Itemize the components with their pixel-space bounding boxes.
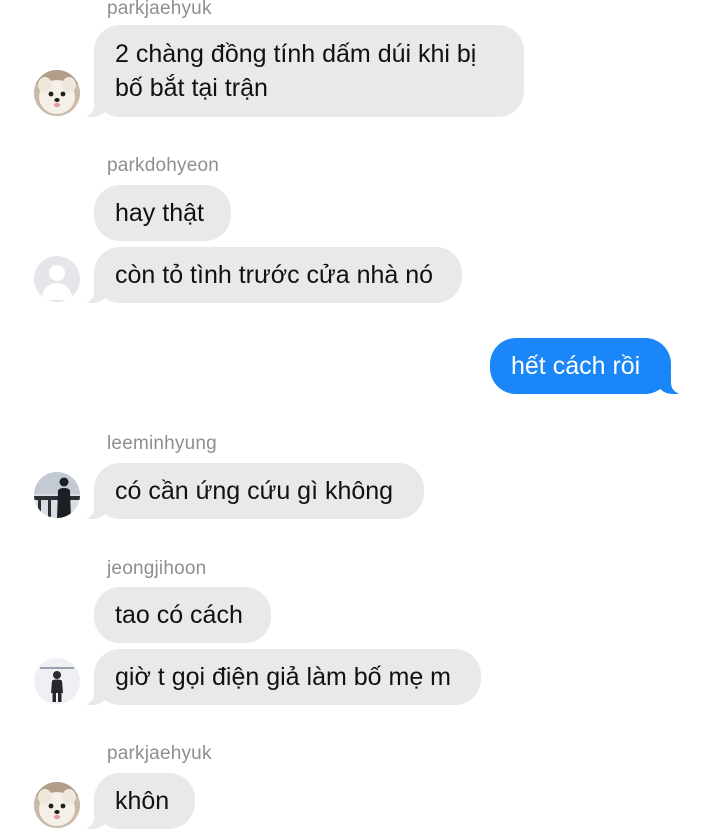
message-text: hết cách rồi xyxy=(511,352,641,380)
message-bubble[interactable]: khôn xyxy=(80,773,195,829)
sender-name: parkdohyeon xyxy=(107,155,220,176)
sender-name: jeongjihoon xyxy=(107,558,207,579)
avatar-jeongjihoon[interactable] xyxy=(34,658,80,704)
avatar-parkdohyeon[interactable] xyxy=(34,256,80,302)
person-silhouette-photo-icon xyxy=(34,472,80,518)
message-text: còn tỏ tình trước cửa nhà nó xyxy=(115,261,434,289)
avatar-leeminhyung[interactable] xyxy=(34,472,80,518)
message-bubble[interactable]: tao có cách xyxy=(94,587,271,643)
message-bubble[interactable]: 2 chàng đồng tính dấm dúi khi bị bố bắt … xyxy=(80,25,524,117)
outgoing-message-bubble[interactable]: hết cách rồi xyxy=(490,338,685,394)
message-bubble[interactable]: giờ t gọi điện giả làm bố mẹ m xyxy=(80,649,481,705)
avatar-parkjaehyuk[interactable] xyxy=(34,70,80,116)
message-text: giờ t gọi điện giả làm bố mẹ m xyxy=(115,663,451,691)
sender-name: leeminhyung xyxy=(107,433,217,454)
message-text-line: bố bắt tại trận xyxy=(115,74,268,102)
person-placeholder-icon xyxy=(34,256,80,302)
avatar-parkjaehyuk[interactable] xyxy=(34,782,80,828)
message-bubble[interactable]: có cần ứng cứu gì không xyxy=(80,463,424,519)
message-bubble[interactable]: hay thật xyxy=(94,185,231,241)
message-text: tao có cách xyxy=(115,601,243,629)
message-text: hay thật xyxy=(115,199,204,227)
person-standing-photo-icon xyxy=(34,658,80,704)
message-text: khôn xyxy=(115,787,170,815)
message-text: có cần ứng cứu gì không xyxy=(115,477,394,505)
dog-avatar-icon xyxy=(34,782,80,828)
message-bubble[interactable]: còn tỏ tình trước cửa nhà nó xyxy=(80,247,462,303)
message-text-line: 2 chàng đồng tính dấm dúi khi bị xyxy=(115,40,477,68)
dog-avatar-icon xyxy=(34,70,80,116)
sender-name: parkjaehyuk xyxy=(107,0,212,19)
sender-name: parkjaehyuk xyxy=(107,743,212,764)
